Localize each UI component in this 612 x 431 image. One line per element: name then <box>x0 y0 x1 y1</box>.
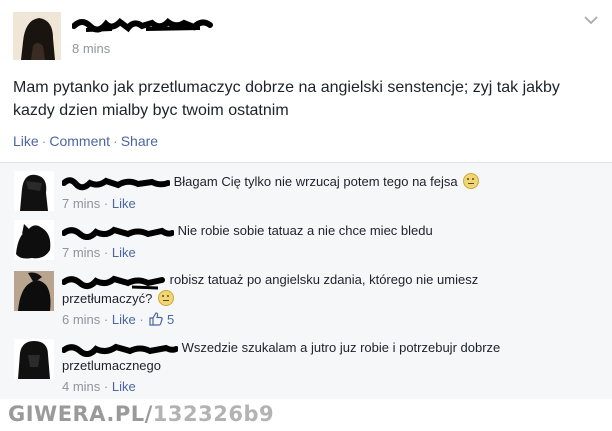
author-avatar-image <box>13 12 61 60</box>
post-timestamp[interactable]: 8 mins <box>72 41 110 56</box>
comment-like-button[interactable]: Like <box>112 379 136 394</box>
comment-text: Nie robie sobie tatuaz a nie chce miec b… <box>177 223 433 238</box>
comment-button[interactable]: Comment <box>49 133 110 149</box>
watermark-site: GIWERA.PL/ <box>8 402 153 426</box>
comment-time[interactable]: 6 mins <box>62 312 100 327</box>
post: 8 mins Mam pytanko jak przetlumaczyc dob… <box>0 0 612 163</box>
separator: · <box>41 133 47 149</box>
comment-meta: 7 mins · Like <box>62 195 582 212</box>
separator: · <box>113 133 118 149</box>
commenter-avatar[interactable] <box>14 171 54 211</box>
smiley-icon <box>157 289 174 306</box>
comment-text-continued: przetłumaczyć? <box>62 290 153 306</box>
like-count[interactable]: 5 <box>167 312 174 327</box>
watermark: GIWERA.PL/132326b9 <box>8 402 274 426</box>
comment-body: Wszedzie szukalam a jutro juz robie i po… <box>62 339 582 395</box>
comment-time[interactable]: 4 mins <box>62 379 100 394</box>
comment-like-button[interactable]: Like <box>112 245 136 260</box>
commenter-avatar[interactable] <box>14 271 54 311</box>
comment-time[interactable]: 7 mins <box>62 196 100 211</box>
separator: · <box>103 195 109 211</box>
comment-body: Nie robie sobie tatuaz a nie chce miec b… <box>62 222 582 261</box>
comment-body: Błagam Cię tylko nie wrzucaj potem tego … <box>62 173 582 212</box>
chevron-down-icon[interactable] <box>584 12 598 28</box>
author-name-redaction <box>72 18 213 33</box>
share-button[interactable]: Share <box>121 133 158 149</box>
commenter-avatar[interactable] <box>14 220 54 260</box>
comment-meta: 6 mins · Like · 5 <box>62 311 582 330</box>
commenter-avatar[interactable] <box>14 339 54 379</box>
smiley-icon <box>463 173 480 189</box>
thumbs-up-icon[interactable] <box>149 311 164 330</box>
comment-meta: 7 mins · Like <box>62 244 582 261</box>
comment-text: Wszedzie szukalam a jutro juz robie i po… <box>181 340 501 355</box>
comment-text: robisz tatuaż po angielsku zdania, które… <box>169 272 479 287</box>
separator: · <box>103 244 109 260</box>
comment-like-button[interactable]: Like <box>112 312 136 327</box>
separator: · <box>103 311 109 327</box>
comment-text-continued: przetlumacznego <box>62 357 161 373</box>
commenter-name-redaction <box>62 275 165 290</box>
watermark-id: 132326b9 <box>152 402 275 426</box>
comments-section: Błagam Cię tylko nie wrzucaj potem tego … <box>0 163 612 399</box>
comment-like-button[interactable]: Like <box>112 196 136 211</box>
commenter-name-redaction <box>62 176 170 190</box>
separator: · <box>139 311 144 327</box>
like-button[interactable]: Like <box>13 133 39 149</box>
comment-meta: 4 mins · Like <box>62 378 582 395</box>
comment-time[interactable]: 7 mins <box>62 245 100 260</box>
author-avatar[interactable] <box>13 12 61 60</box>
separator: · <box>103 378 109 394</box>
commenter-name-redaction <box>62 343 178 357</box>
comment-text: Błagam Cię tylko nie wrzucaj potem tego … <box>173 174 458 189</box>
post-actions: Like · Comment · Share <box>13 133 158 149</box>
commenter-name-redaction <box>62 226 174 240</box>
post-text: Mam pytanko jak przetlumaczyc dobrze na … <box>13 79 560 119</box>
comment-body: robisz tatuaż po angielsku zdania, które… <box>62 271 582 330</box>
